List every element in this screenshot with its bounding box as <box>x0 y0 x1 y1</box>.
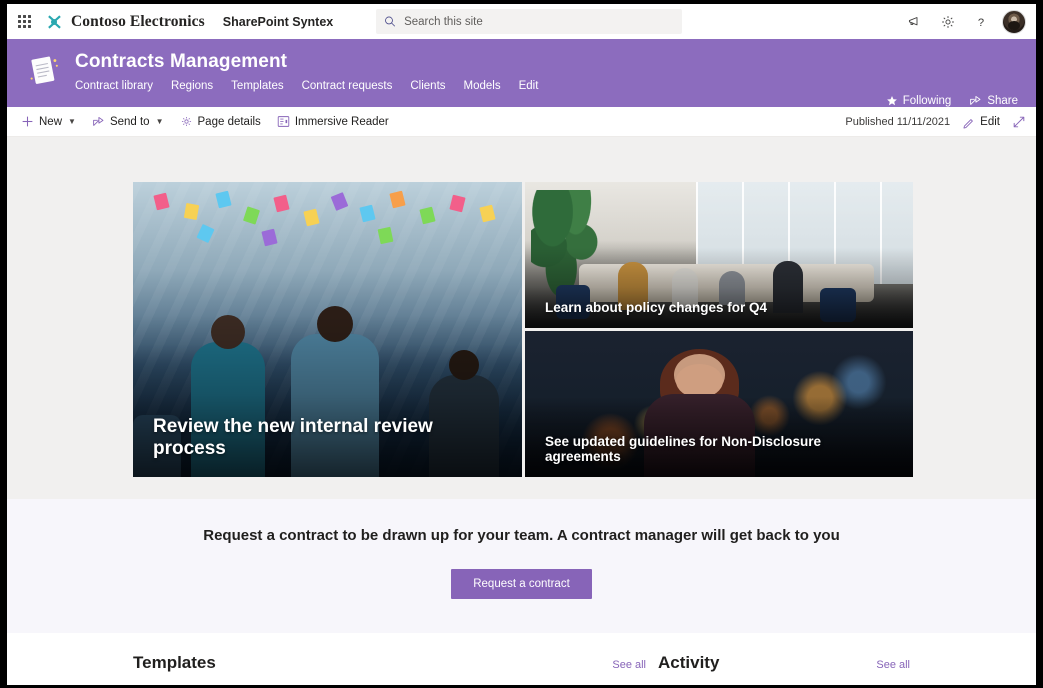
hero-tile-title: Review the new internal review process <box>153 416 506 460</box>
request-contract-button[interactable]: Request a contract <box>451 569 592 599</box>
nav-item-edit[interactable]: Edit <box>519 80 539 92</box>
cta-section: Request a contract to be drawn up for yo… <box>7 499 1036 633</box>
svg-text:?: ? <box>977 17 983 29</box>
send-icon <box>92 115 105 128</box>
search-icon <box>384 15 396 28</box>
share-label: Share <box>987 95 1018 107</box>
following-label: Following <box>903 95 952 107</box>
bottom-inner: Templates See all Name ▼ Modified <box>133 653 910 685</box>
gear-icon <box>180 115 193 128</box>
page-details-button[interactable]: Page details <box>180 107 261 137</box>
templates-see-all[interactable]: See all <box>612 659 646 671</box>
hero-tile-secondary-2[interactable]: See updated guidelines for Non-Disclosur… <box>525 331 913 477</box>
cta-text: Request a contract to be drawn up for yo… <box>7 527 1036 544</box>
command-bar-right: Published 11/11/2021 Edit <box>845 107 1026 137</box>
plus-icon <box>21 115 34 128</box>
activity-webpart: Activity See all S <box>658 653 910 685</box>
site-header-text: Contracts Management Contract library Re… <box>75 49 538 92</box>
pencil-icon <box>962 116 975 129</box>
site-logo-icon <box>25 52 63 90</box>
avatar[interactable] <box>1002 10 1026 34</box>
nav-item-contract-library[interactable]: Contract library <box>75 80 153 92</box>
page-title: Contracts Management <box>75 51 538 73</box>
published-status: Published 11/11/2021 <box>845 116 950 128</box>
command-bar: New ▼ Send to ▼ <box>7 107 1036 137</box>
waffle-grid <box>18 15 31 28</box>
bottom-webparts: Templates See all Name ▼ Modified <box>7 633 1036 685</box>
site-header: Contracts Management Contract library Re… <box>7 39 1036 107</box>
hero-grid: Review the new internal review process <box>133 182 910 477</box>
activity-title: Activity <box>658 653 719 673</box>
nav-item-models[interactable]: Models <box>464 80 501 92</box>
share-button[interactable]: Share <box>969 94 1018 107</box>
browser-viewport: Contoso Electronics SharePoint Syntex <box>7 4 1036 685</box>
templates-header: Templates See all <box>133 653 646 673</box>
brand-name: Contoso Electronics <box>71 13 205 31</box>
nav-item-regions[interactable]: Regions <box>171 80 213 92</box>
page-content: Review the new internal review process <box>7 137 1036 685</box>
gear-icon[interactable] <box>932 6 963 37</box>
megaphone-icon[interactable] <box>899 6 930 37</box>
templates-title: Templates <box>133 653 216 673</box>
page-details-label: Page details <box>198 116 261 128</box>
immersive-reader-icon <box>277 115 290 128</box>
brand[interactable]: Contoso Electronics <box>43 11 205 33</box>
app-launcher-icon[interactable] <box>7 4 41 39</box>
templates-webpart: Templates See all Name ▼ Modified <box>133 653 646 685</box>
hero-tile-title: See updated guidelines for Non-Disclosur… <box>545 434 897 464</box>
activity-see-all[interactable]: See all <box>876 659 910 671</box>
edit-label: Edit <box>980 116 1000 128</box>
hero-section: Review the new internal review process <box>7 137 1036 499</box>
star-icon <box>886 95 898 107</box>
new-button[interactable]: New ▼ <box>21 107 76 137</box>
nav-item-clients[interactable]: Clients <box>410 80 445 92</box>
hero-tile-title: Learn about policy changes for Q4 <box>545 300 897 315</box>
hero-tile-secondary-1[interactable]: Learn about policy changes for Q4 <box>525 182 913 328</box>
immersive-reader-label: Immersive Reader <box>295 116 389 128</box>
search-box[interactable] <box>376 9 682 34</box>
site-actions: Following Share <box>886 94 1018 107</box>
help-icon[interactable]: ? <box>965 6 996 37</box>
expand-icon <box>1012 115 1026 129</box>
immersive-reader-button[interactable]: Immersive Reader <box>277 107 389 137</box>
site-navigation: Contract library Regions Templates Contr… <box>75 80 538 92</box>
nav-item-contract-requests[interactable]: Contract requests <box>302 80 393 92</box>
expand-button[interactable] <box>1012 107 1026 137</box>
send-to-label: Send to <box>110 116 150 128</box>
send-to-button[interactable]: Send to ▼ <box>92 107 164 137</box>
new-label: New <box>39 116 62 128</box>
chevron-down-icon: ▼ <box>156 117 164 126</box>
chevron-down-icon: ▼ <box>68 117 76 126</box>
nav-item-templates[interactable]: Templates <box>231 80 283 92</box>
share-icon <box>969 94 982 107</box>
suite-bar: Contoso Electronics SharePoint Syntex <box>7 4 1036 39</box>
suite-app-name[interactable]: SharePoint Syntex <box>223 15 333 29</box>
activity-header: Activity See all <box>658 653 910 673</box>
following-button[interactable]: Following <box>886 95 952 107</box>
hero-tile-primary[interactable]: Review the new internal review process <box>133 182 522 477</box>
contoso-logo-icon <box>43 11 65 33</box>
suite-actions: ? <box>899 4 1032 39</box>
search-input[interactable] <box>404 16 674 28</box>
edit-button[interactable]: Edit <box>962 107 1000 137</box>
